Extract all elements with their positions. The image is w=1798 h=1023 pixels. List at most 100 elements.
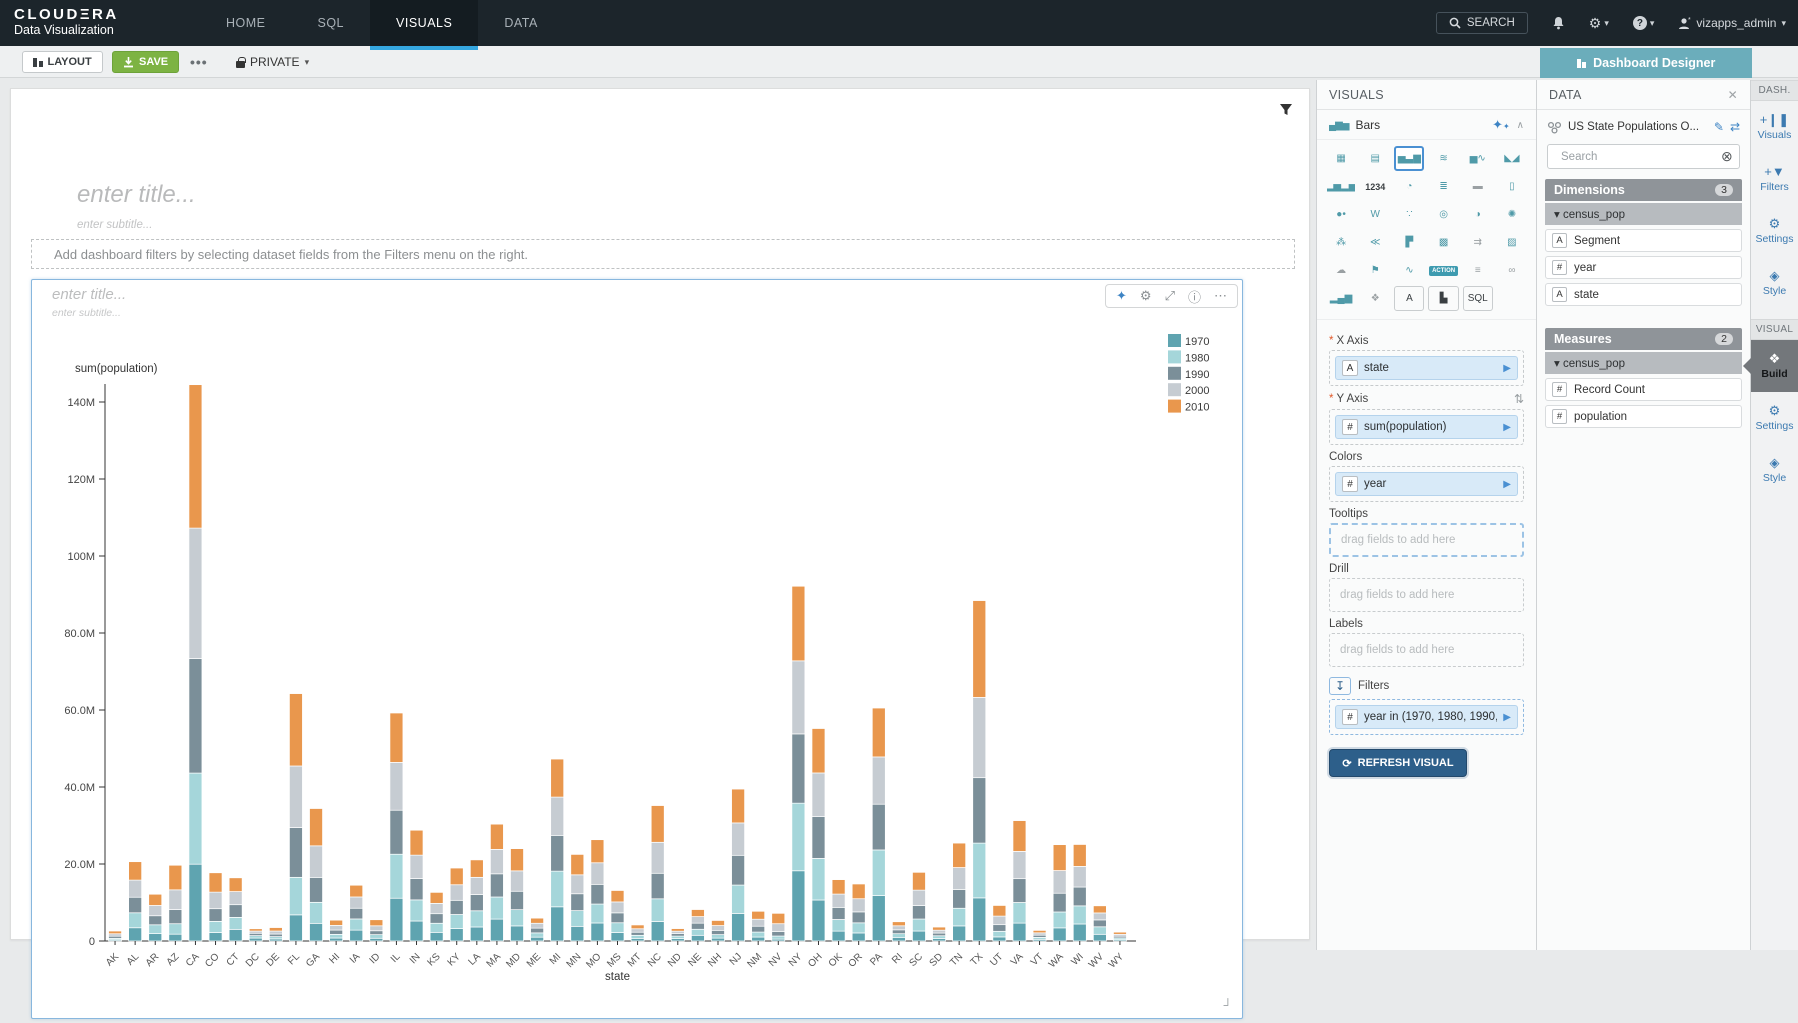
field-menu-arrow[interactable]: ▶ xyxy=(1503,712,1511,723)
visual-type-radial[interactable]: ✺ xyxy=(1497,202,1527,227)
visual-type-header[interactable]: ▄▆▅ Bars ✦✦ ∧ xyxy=(1317,110,1536,140)
visual-type-sparklines[interactable]: ∿ xyxy=(1394,258,1424,283)
switch-dataset-icon[interactable]: ⇄ xyxy=(1730,120,1740,134)
visual-type-rich-text[interactable]: A xyxy=(1394,286,1424,311)
visual-type-network[interactable]: ⁂ xyxy=(1326,230,1356,255)
visual-type-small-bars[interactable]: ▙ xyxy=(1428,286,1458,311)
visual-type-treemap[interactable]: ▛ xyxy=(1394,230,1424,255)
visual-type-gauge[interactable]: ◔ xyxy=(1394,174,1424,199)
resize-handle[interactable]: ┘ xyxy=(1223,998,1232,1012)
visual-type-box-plot[interactable]: ▯ xyxy=(1497,174,1527,199)
visual-card[interactable]: enter title... enter subtitle... ✦ ⚙ ⤢ ⓘ… xyxy=(31,279,1243,1019)
app-logo[interactable]: CLOUDΞRA Data Visualization xyxy=(14,6,119,37)
refresh-visual-button[interactable]: ⟳ REFRESH VISUAL xyxy=(1329,749,1467,777)
sidebar-item-style[interactable]: ◈Style xyxy=(1751,444,1798,496)
visual-type-heatmap[interactable]: ▩ xyxy=(1428,230,1458,255)
visual-type-bars[interactable]: ▅▃▆ xyxy=(1394,146,1424,171)
visual-type-dendrogram[interactable]: ≪ xyxy=(1360,230,1390,255)
visual-type-correlation-map[interactable]: ▨ xyxy=(1497,230,1527,255)
visual-type-choropleth-map[interactable]: ☁ xyxy=(1326,258,1356,283)
close-icon[interactable]: ✕ xyxy=(1728,88,1738,102)
visual-type-scatter[interactable]: ∵ xyxy=(1394,202,1424,227)
field-search-input[interactable] xyxy=(1561,151,1715,163)
sidebar-item-settings[interactable]: ⚙Settings xyxy=(1751,392,1798,444)
clear-search-icon[interactable]: ⊗ xyxy=(1721,148,1733,165)
privacy-dropdown[interactable]: PRIVATE ▾ xyxy=(226,51,319,73)
sidebar-item-settings[interactable]: ⚙Settings xyxy=(1751,205,1798,257)
measure-field-population[interactable]: #population xyxy=(1545,405,1742,428)
dimension-field-segment[interactable]: ASegment xyxy=(1545,229,1742,252)
visual-type-extension[interactable]: ❖ xyxy=(1360,286,1390,311)
sort-icon[interactable]: ⇅ xyxy=(1514,392,1524,406)
x-axis-field-pill[interactable]: A state ▶ xyxy=(1335,356,1518,380)
visual-type-word-cloud[interactable]: W xyxy=(1360,202,1390,227)
dimension-field-year[interactable]: #year xyxy=(1545,256,1742,279)
sidebar-item-style[interactable]: ◈Style xyxy=(1751,257,1798,309)
visual-type-sql[interactable]: SQL xyxy=(1463,286,1493,311)
dimensions-header[interactable]: Dimensions 3 xyxy=(1545,179,1742,201)
visual-type-combined-bar-line[interactable]: ▅∿ xyxy=(1463,146,1493,171)
dashboard-designer-button[interactable]: Dashboard Designer xyxy=(1540,48,1752,78)
visual-type-interactive-map[interactable]: ⚑ xyxy=(1360,258,1390,283)
group-name: census_pop xyxy=(1563,209,1625,221)
sparkle-icon[interactable]: ✦✦ xyxy=(1492,117,1510,133)
field-menu-arrow[interactable]: ▶ xyxy=(1503,422,1511,433)
visual-type-kpi[interactable]: 1234 xyxy=(1360,174,1390,199)
visual-type-packed-bubbles[interactable]: ●• xyxy=(1326,202,1356,227)
dashboard-filter-icon[interactable] xyxy=(1279,103,1293,122)
visual-type-bullet[interactable]: ▬ xyxy=(1463,174,1493,199)
help-menu[interactable]: ?▾ xyxy=(1633,16,1655,30)
notifications-button[interactable] xyxy=(1552,16,1565,30)
download-filter-icon[interactable]: ↧ xyxy=(1329,677,1351,695)
visual-type-action[interactable]: ACTION xyxy=(1428,258,1458,283)
visual-type-horizontal-bars[interactable]: ≣ xyxy=(1428,174,1458,199)
visual-type-flow[interactable]: ⇉ xyxy=(1463,230,1493,255)
visual-type-grouped-bars[interactable]: ▂▅▂▅ xyxy=(1326,174,1356,199)
visual-type-lines[interactable]: ≋ xyxy=(1428,146,1458,171)
dimensions-group-census-pop[interactable]: ▾ census_pop xyxy=(1545,203,1742,225)
colors-field-pill[interactable]: # year ▶ xyxy=(1335,472,1518,496)
svg-text:SC: SC xyxy=(907,951,925,969)
layout-button[interactable]: LAYOUT xyxy=(22,51,103,73)
measures-group-census-pop[interactable]: ▾ census_pop xyxy=(1545,352,1742,374)
visual-type-histogram[interactable]: ▂▄▆ xyxy=(1326,286,1356,311)
user-menu[interactable]: * vizapps_admin ▾ xyxy=(1678,16,1786,30)
visual-type-links[interactable]: ∞ xyxy=(1497,258,1527,283)
x-axis-shelf[interactable]: A state ▶ xyxy=(1329,350,1524,386)
visual-type-areas[interactable]: ◣◢ xyxy=(1497,146,1527,171)
visual-type-pie[interactable]: ◑ xyxy=(1463,202,1493,227)
visual-type-cross-tabulation[interactable]: ▤ xyxy=(1360,146,1390,171)
measures-header[interactable]: Measures 2 xyxy=(1545,328,1742,350)
visual-type-table[interactable]: ▦ xyxy=(1326,146,1356,171)
colors-shelf[interactable]: # year ▶ xyxy=(1329,466,1524,502)
settings-menu[interactable]: ⚙▾ xyxy=(1589,15,1609,32)
sidebar-item-build[interactable]: ❖Build xyxy=(1751,340,1798,392)
filters-shelf[interactable]: # year in (1970, 1980, 1990,... ▶ xyxy=(1329,699,1524,735)
collapse-icon[interactable]: ∧ xyxy=(1517,120,1524,131)
dashboard-filter-hint-bar[interactable]: Add dashboard filters by selecting datas… xyxy=(31,239,1295,269)
dimension-field-state[interactable]: Astate xyxy=(1545,283,1742,306)
edit-dataset-icon[interactable]: ✎ xyxy=(1714,120,1724,134)
more-options-button[interactable]: ••• xyxy=(180,51,218,73)
y-axis-shelf[interactable]: # sum(population) ▶ xyxy=(1329,409,1524,445)
measure-field-record-count[interactable]: #Record Count xyxy=(1545,378,1742,401)
search-button[interactable]: SEARCH xyxy=(1436,12,1528,34)
tooltips-shelf[interactable]: drag fields to add here xyxy=(1329,523,1524,557)
nav-tab-home[interactable]: HOME xyxy=(200,0,292,46)
drill-shelf[interactable]: drag fields to add here xyxy=(1329,578,1524,612)
field-menu-arrow[interactable]: ▶ xyxy=(1503,479,1511,490)
nav-tab-data[interactable]: DATA xyxy=(478,0,563,46)
visual-type-timeline[interactable]: ≡ xyxy=(1463,258,1493,283)
field-menu-arrow[interactable]: ▶ xyxy=(1503,363,1511,374)
save-button[interactable]: SAVE xyxy=(112,51,179,73)
nav-tab-visuals[interactable]: VISUALS xyxy=(370,0,478,46)
dashboard-subtitle-input[interactable]: enter subtitle... xyxy=(77,219,152,231)
nav-tab-sql[interactable]: SQL xyxy=(292,0,371,46)
dashboard-title-input[interactable]: enter title... xyxy=(77,181,196,209)
filter-field-pill[interactable]: # year in (1970, 1980, 1990,... ▶ xyxy=(1335,705,1518,729)
y-axis-field-pill[interactable]: # sum(population) ▶ xyxy=(1335,415,1518,439)
sidebar-item-visuals[interactable]: +❙❚Visuals xyxy=(1751,101,1798,153)
sidebar-item-filters[interactable]: +▼Filters xyxy=(1751,153,1798,205)
visual-type-donut[interactable]: ◎ xyxy=(1428,202,1458,227)
labels-shelf[interactable]: drag fields to add here xyxy=(1329,633,1524,667)
